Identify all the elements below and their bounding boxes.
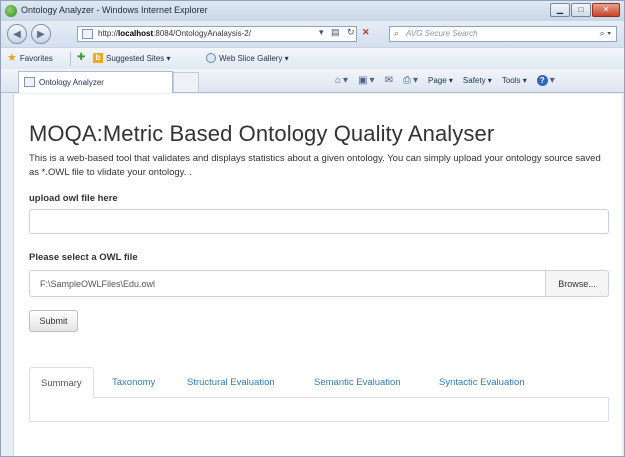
submit-button[interactable]: Submit [29,310,78,332]
home-icon: ⌂ [335,75,342,86]
file-path-input[interactable]: F:\SampleOWLFiles\Edu.owl [29,270,545,297]
favorites-label: Favorites [19,54,53,63]
add-to-favorites-button[interactable]: ✚ [77,53,85,63]
url-input[interactable]: http://localhost:8084/OntologyAnalaysis-… [77,26,357,42]
page-title: MOQA:Metric Based Ontology Quality Analy… [29,121,495,146]
new-tab-button[interactable] [173,72,199,92]
tab-label: Ontology Analyzer [39,78,104,87]
address-bar: ◀ ▶ http://localhost:8084/OntologyAnalay… [1,21,624,47]
command-bar: ⌂ ▾ ▣ ▾ ✉ ⎙ ▾ Page ▾ Safety ▾ Tools ▾ ? ▾ [335,75,555,86]
refresh-icon[interactable]: ↻ [347,27,355,38]
star-icon: ★ [7,52,17,64]
title-bar: Ontology Analyzer - Windows Internet Exp… [1,1,624,21]
print-button[interactable]: ⎙ ▾ [403,75,418,86]
suggested-sites-button[interactable]: b Suggested Sites ▾ [93,53,171,63]
tab-content-panel [29,398,609,422]
feeds-button[interactable]: ▣ ▾ [358,75,374,86]
print-icon: ⎙ [402,75,411,86]
forward-button[interactable]: ▶ [31,24,51,44]
address-dropdown-icon[interactable]: ▾ [319,27,324,38]
home-button[interactable]: ⌂ ▾ [335,75,348,86]
result-tabs: Summary Taxonomy Structural Evaluation S… [29,367,609,399]
page-icon [24,77,35,87]
search-icon: ⌕ [394,28,400,38]
upload-field[interactable] [29,209,609,234]
favorites-bar: ★ Favorites ✚ b Suggested Sites ▾ Web Sl… [1,47,624,69]
tools-menu[interactable]: Tools ▾ [502,76,527,85]
tab-structural-evaluation[interactable]: Structural Evaluation [187,367,275,398]
search-placeholder: AVG Secure Search [406,29,478,38]
upload-label: upload owl file here [29,193,118,204]
tab-semantic-evaluation[interactable]: Semantic Evaluation [314,367,401,398]
read-mail-button[interactable]: ✉ [385,75,393,86]
separator [70,52,71,66]
maximize-button[interactable]: □ [571,3,591,17]
web-slice-gallery-button[interactable]: Web Slice Gallery ▾ [206,53,289,63]
file-picker: F:\SampleOWLFiles\Edu.owl Browse... [29,270,609,297]
tab-syntactic-evaluation[interactable]: Syntactic Evaluation [439,367,525,398]
url-rest: :8084/OntologyAnalaysis-2/ [153,29,251,38]
tab-summary[interactable]: Summary [29,367,94,399]
mail-icon: ✉ [384,75,393,86]
browse-button[interactable]: Browse... [545,270,609,297]
page-icon [82,29,93,39]
tab-ontology-analyzer[interactable]: Ontology Analyzer [18,71,173,93]
search-go-icon[interactable]: ⌕ ▾ [600,28,611,39]
tab-bar: Ontology Analyzer ⌂ ▾ ▣ ▾ ✉ ⎙ ▾ Page ▾ Safe… [1,69,624,93]
window-controls: ▁ □ ✕ [550,3,620,17]
close-button[interactable]: ✕ [592,3,620,17]
suggested-sites-icon: b [93,53,103,63]
url-host: localhost [118,29,154,38]
url-prefix: http:// [98,29,119,38]
compatibility-icon[interactable]: ▤ [331,27,340,38]
internet-explorer-icon [5,5,17,17]
web-slice-icon [206,53,216,63]
select-file-label: Please select a OWL file [29,252,138,263]
search-input[interactable]: ⌕ AVG Secure Search ⌕ ▾ [389,26,617,42]
suggested-sites-label: Suggested Sites ▾ [106,53,171,63]
tab-taxonomy[interactable]: Taxonomy [112,367,155,398]
help-icon: ? [536,75,548,86]
web-slice-label: Web Slice Gallery ▾ [219,53,289,63]
help-button[interactable]: ? ▾ [536,75,555,86]
page-description: This is a web-based tool that validates … [29,153,601,178]
back-button[interactable]: ◀ [7,24,27,44]
page-viewport: MOQA:Metric Based Ontology Quality Analy… [13,94,622,456]
page-menu[interactable]: Page ▾ [428,76,453,85]
window-title: Ontology Analyzer - Windows Internet Exp… [21,5,208,15]
favorites-button[interactable]: ★ Favorites [7,53,53,64]
safety-menu[interactable]: Safety ▾ [463,76,492,85]
minimize-button[interactable]: ▁ [550,3,570,17]
add-favorite-icon: ✚ [77,52,86,63]
feeds-icon: ▣ [358,75,368,86]
browser-window: Ontology Analyzer - Windows Internet Exp… [0,0,625,457]
stop-icon[interactable]: ✕ [362,27,370,38]
